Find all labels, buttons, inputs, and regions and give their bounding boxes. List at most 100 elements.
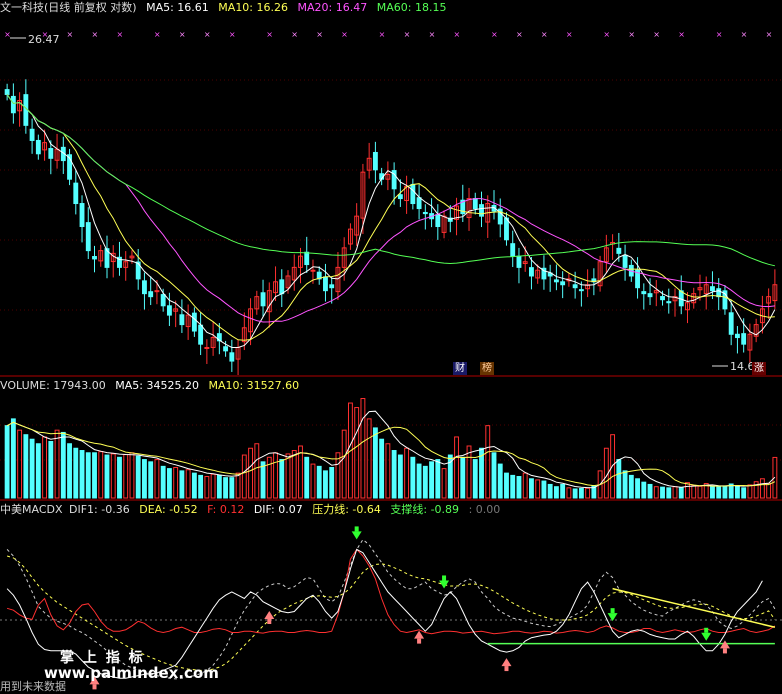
candle-body — [323, 276, 328, 292]
finance-badge[interactable]: 财 — [453, 362, 467, 375]
volume-bar — [10, 418, 16, 499]
signal-mark: × — [92, 30, 99, 39]
volume-bar — [135, 455, 141, 499]
volume-bar — [734, 485, 740, 499]
volume-bar — [678, 487, 684, 499]
volume-bar — [285, 453, 291, 499]
buy-signal-arrow — [501, 658, 512, 667]
candle-body — [504, 217, 509, 241]
volume-bar — [691, 485, 697, 499]
sell-signal-arrow — [439, 580, 450, 589]
volume-bar — [529, 478, 534, 499]
signal-mark: × — [179, 30, 186, 39]
candle-body — [529, 267, 534, 277]
candle-body — [85, 222, 91, 252]
volume-bar — [485, 425, 491, 499]
candle-body — [79, 203, 85, 228]
candle-body — [622, 254, 628, 268]
volume-bar — [585, 487, 591, 499]
volume-bar — [117, 456, 122, 499]
volume-bar — [522, 472, 528, 499]
candle-body — [572, 284, 578, 289]
candle-body — [310, 269, 316, 272]
signal-mark: × — [204, 30, 211, 39]
future-data-note: 用到未来数据 — [0, 680, 66, 693]
volume-bar — [279, 459, 285, 499]
volume-bar — [166, 468, 172, 499]
volume-bar — [641, 481, 647, 499]
volume-bar — [391, 450, 397, 499]
candle-body — [416, 197, 422, 210]
volume-bar — [17, 429, 23, 499]
signal-mark: × — [716, 30, 723, 39]
volume-bar — [329, 466, 335, 499]
candle-body — [728, 312, 734, 335]
signal-mark: × — [266, 30, 273, 39]
volume-bar — [191, 472, 197, 499]
candle-body — [510, 243, 516, 257]
volume-bar — [42, 436, 48, 499]
candle-body — [148, 291, 154, 298]
ranking-badge[interactable]: 榜 — [480, 362, 494, 375]
candle-body — [73, 182, 79, 205]
volume-bar — [766, 482, 772, 499]
buy-signal-arrow — [264, 611, 275, 619]
volume-bar — [435, 459, 441, 499]
watermark-url: www.palmindex.com — [44, 664, 219, 682]
volume-bar — [142, 459, 147, 499]
volume-bar — [741, 487, 747, 499]
volume-bar — [541, 480, 547, 499]
volume-bar — [560, 483, 566, 499]
candle-body — [10, 95, 16, 114]
candle-body — [472, 198, 478, 210]
candle-body — [329, 284, 335, 289]
volume-bar — [310, 463, 316, 499]
volume-bar — [566, 487, 572, 499]
volume-bar — [472, 459, 478, 499]
candle-body — [92, 256, 97, 260]
signal-mark: × — [316, 30, 323, 39]
volume-bar — [759, 478, 765, 499]
candle-body — [422, 211, 428, 215]
candle-body — [660, 296, 665, 301]
vol-ma5-line — [6, 410, 776, 489]
candle-body — [191, 312, 197, 332]
volume-bar — [697, 485, 703, 499]
candle-body — [647, 293, 653, 298]
candle-body — [479, 204, 484, 217]
volume-bar — [397, 454, 403, 499]
volume-bar — [416, 463, 422, 499]
candle-body — [710, 286, 715, 292]
ma5-line — [6, 94, 776, 348]
signal-mark: × — [116, 30, 123, 39]
volume-bar — [710, 486, 715, 499]
volume-bar — [672, 486, 678, 499]
signal-mark: × — [454, 30, 461, 39]
volume-bar — [241, 454, 247, 499]
volume-bar — [354, 407, 360, 499]
candle-body — [372, 151, 378, 171]
signal-mark: × — [291, 30, 298, 39]
volume-bar — [216, 474, 222, 499]
volume-bar — [148, 461, 154, 499]
sell-signal-arrow — [701, 632, 712, 641]
limit-up-badge[interactable]: 涨 — [752, 362, 766, 375]
volume-bar — [497, 463, 503, 499]
signal-mark: × — [379, 30, 386, 39]
signal-mark: × — [341, 30, 348, 39]
volume-bar — [628, 474, 634, 499]
signal-mark: × — [653, 30, 660, 39]
volume-bar — [341, 429, 347, 499]
volume-bar — [535, 479, 541, 499]
volume-bar — [385, 443, 391, 499]
macd-f-line — [6, 548, 776, 635]
candle-body — [142, 280, 147, 295]
candle-body — [35, 139, 41, 155]
signal-mark: × — [566, 30, 573, 39]
candle-body — [279, 279, 285, 295]
buy-signal-arrow-stem — [92, 684, 97, 690]
candle-body — [260, 292, 266, 307]
volume-bar — [173, 466, 179, 499]
signal-mark: × — [741, 30, 748, 39]
volume-bar — [316, 465, 322, 499]
